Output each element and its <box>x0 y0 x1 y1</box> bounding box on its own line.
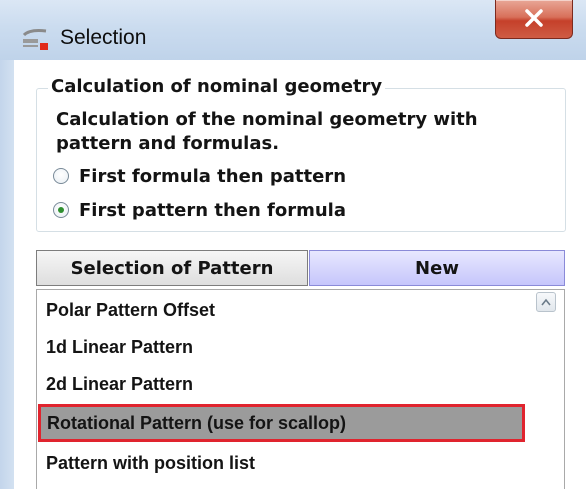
close-button[interactable] <box>495 0 573 39</box>
list-item-1d-linear-pattern[interactable]: 1d Linear Pattern <box>46 330 193 364</box>
group-title: Calculation of nominal geometry <box>48 76 386 97</box>
scroll-up-button[interactable] <box>536 292 556 312</box>
selection-app-icon <box>20 27 54 53</box>
description-line-1: Calculation of the nominal geometry with <box>56 109 478 130</box>
radio-button-selected[interactable] <box>53 202 69 218</box>
description-line-2: pattern and formulas. <box>56 133 280 154</box>
radio-formula-then-pattern[interactable]: First formula then pattern <box>53 164 346 188</box>
radio-label: First pattern then formula <box>79 199 347 221</box>
group-description: Calculation of the nominal geometry with… <box>56 108 536 156</box>
window-title: Selection <box>60 26 147 49</box>
list-item-2d-linear-pattern[interactable]: 2d Linear Pattern <box>46 367 193 401</box>
radio-button[interactable] <box>53 168 69 184</box>
radio-label: First formula then pattern <box>79 165 347 187</box>
list-item-pattern-with-position-list[interactable]: Pattern with position list <box>46 446 255 480</box>
radio-pattern-then-formula[interactable]: First pattern then formula <box>53 198 346 222</box>
list-item-polar-pattern-offset[interactable]: Polar Pattern Offset <box>46 293 215 327</box>
list-item-rotational-pattern[interactable]: Rotational Pattern (use for scallop) <box>38 404 525 442</box>
tab-new[interactable]: New <box>309 250 565 286</box>
tab-selection-of-pattern[interactable]: Selection of Pattern <box>36 250 308 286</box>
window-left-frame <box>0 60 14 489</box>
